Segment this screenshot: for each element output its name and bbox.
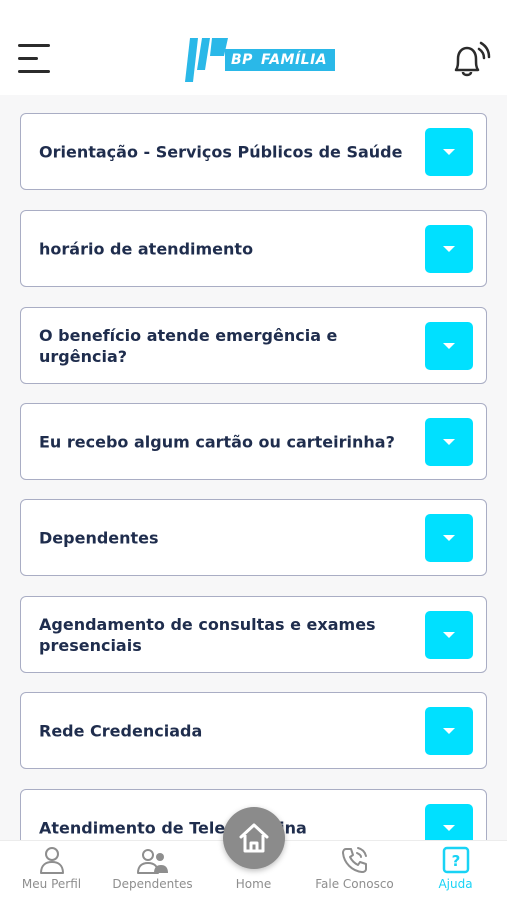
faq-list[interactable]: Orientação - Serviços Públicos de Saúde … (0, 95, 507, 840)
nav-label: Meu Perfil (21, 877, 82, 891)
brand-wordmark: BP FAMÍLIA (225, 49, 336, 71)
bp-familia-logo: BP FAMÍLIA (180, 36, 340, 84)
home-icon (239, 823, 269, 853)
faq-item[interactable]: Agendamento de consultas e exames presen… (20, 596, 487, 673)
hamburger-menu-icon[interactable] (18, 44, 52, 74)
nav-fale-conosco[interactable]: Fale Conosco (304, 841, 405, 900)
faq-question: Rede Credenciada (39, 721, 203, 740)
caret-down-icon[interactable] (425, 128, 473, 176)
nav-ajuda[interactable]: ? Ajuda (405, 841, 506, 900)
faq-item[interactable]: Orientação - Serviços Públicos de Saúde (20, 113, 487, 190)
nav-label: Fale Conosco (315, 877, 394, 891)
nav-meu-perfil[interactable]: Meu Perfil (1, 841, 102, 900)
faq-item[interactable]: Eu recebo algum cartão ou carteirinha? (20, 403, 487, 480)
faq-item[interactable]: horário de atendimento (20, 210, 487, 287)
brand-familia-text: FAMÍLIA (260, 52, 328, 68)
faq-item[interactable]: Dependentes (20, 499, 487, 576)
svg-text:?: ? (451, 852, 460, 870)
faq-item[interactable]: O benefício atende emergência e urgência… (20, 307, 487, 384)
faq-question: Agendamento de consultas e exames presen… (39, 614, 376, 655)
caret-down-icon[interactable] (425, 514, 473, 562)
home-button[interactable] (223, 807, 285, 869)
app-header: BP FAMÍLIA (0, 0, 507, 95)
brand-bp-text: BP (231, 52, 253, 68)
nav-dependentes[interactable]: Dependentes (102, 841, 203, 900)
caret-down-icon[interactable] (425, 611, 473, 659)
faq-question: Eu recebo algum cartão ou carteirinha? (39, 432, 395, 451)
caret-down-icon[interactable] (425, 322, 473, 370)
nav-label: Ajuda (438, 877, 473, 891)
faq-question: Orientação - Serviços Públicos de Saúde (39, 142, 403, 161)
bp-logo-mark (185, 38, 228, 82)
bell-ringing-icon[interactable] (446, 40, 492, 84)
nav-home-label: Home (235, 877, 272, 891)
nav-label: Dependentes (112, 877, 193, 891)
faq-item[interactable]: Rede Credenciada (20, 692, 487, 769)
faq-question: Dependentes (39, 528, 159, 547)
dependents-icon (136, 849, 168, 874)
help-question-icon: ? (442, 846, 469, 874)
faq-question: horário de atendimento (39, 239, 254, 258)
caret-down-icon[interactable] (425, 418, 473, 466)
user-profile-icon (39, 847, 64, 874)
caret-down-icon[interactable] (425, 804, 473, 840)
phone-call-icon (341, 847, 367, 873)
caret-down-icon[interactable] (425, 225, 473, 273)
faq-question: O benefício atende emergência e urgência… (39, 325, 338, 366)
caret-down-icon[interactable] (425, 707, 473, 755)
